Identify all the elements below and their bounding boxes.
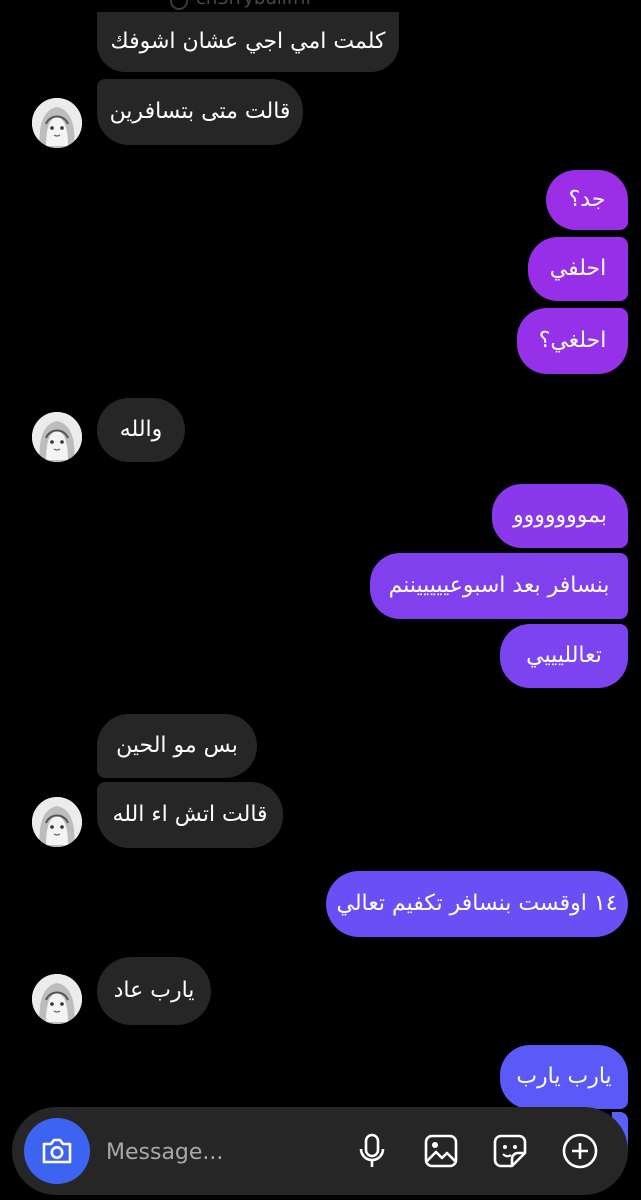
message-bubble-outgoing[interactable]: بنسافر بعد اسبوعيييييننم [370, 553, 628, 619]
message-bubble-outgoing[interactable]: ١٤ اوقست بنسافر تكفيم تعالي [326, 871, 628, 937]
message-bubble-incoming[interactable]: يارب عاد [97, 957, 211, 1025]
contact-avatar[interactable] [32, 412, 82, 462]
anime-avatar-icon [32, 797, 82, 847]
message-bubble-outgoing[interactable]: بمووووووو [492, 484, 628, 548]
sticker-icon[interactable] [490, 1131, 530, 1171]
message-bubble-outgoing[interactable]: يارب يارب [500, 1045, 628, 1109]
camera-button[interactable] [24, 1118, 90, 1184]
message-bubble-outgoing[interactable]: جد؟ [546, 170, 628, 230]
message-bubble-outgoing[interactable]: احلفي [528, 237, 628, 301]
message-bubble-incoming[interactable]: بس مو الحين [97, 714, 257, 778]
message-bubble-outgoing[interactable]: تعالليييي [500, 624, 628, 688]
contact-avatar[interactable] [32, 797, 82, 847]
microphone-icon[interactable] [352, 1131, 392, 1171]
gallery-icon[interactable] [421, 1131, 461, 1171]
message-composer [12, 1107, 628, 1195]
contact-avatar[interactable] [32, 98, 82, 148]
avatar-partial-icon [170, 0, 188, 10]
message-bubble-incoming[interactable]: كلمت امي اجي عشان اشوفك [97, 12, 399, 72]
message-input[interactable] [104, 1129, 328, 1175]
message-bubble-incoming[interactable]: والله [97, 398, 185, 462]
message-bubble-incoming[interactable]: قالت اتش اء الله [97, 782, 283, 848]
username-partial: ch3rrybullfrif [196, 0, 312, 9]
contact-avatar[interactable] [32, 974, 82, 1024]
add-icon[interactable] [560, 1131, 600, 1171]
message-bubble-incoming[interactable]: قالت متى بتسافرين [97, 79, 303, 145]
message-bubble-outgoing[interactable]: احلغي؟ [517, 308, 628, 374]
anime-avatar-icon [32, 974, 82, 1024]
anime-avatar-icon [32, 98, 82, 148]
anime-avatar-icon [32, 412, 82, 462]
camera-icon [42, 1138, 72, 1164]
